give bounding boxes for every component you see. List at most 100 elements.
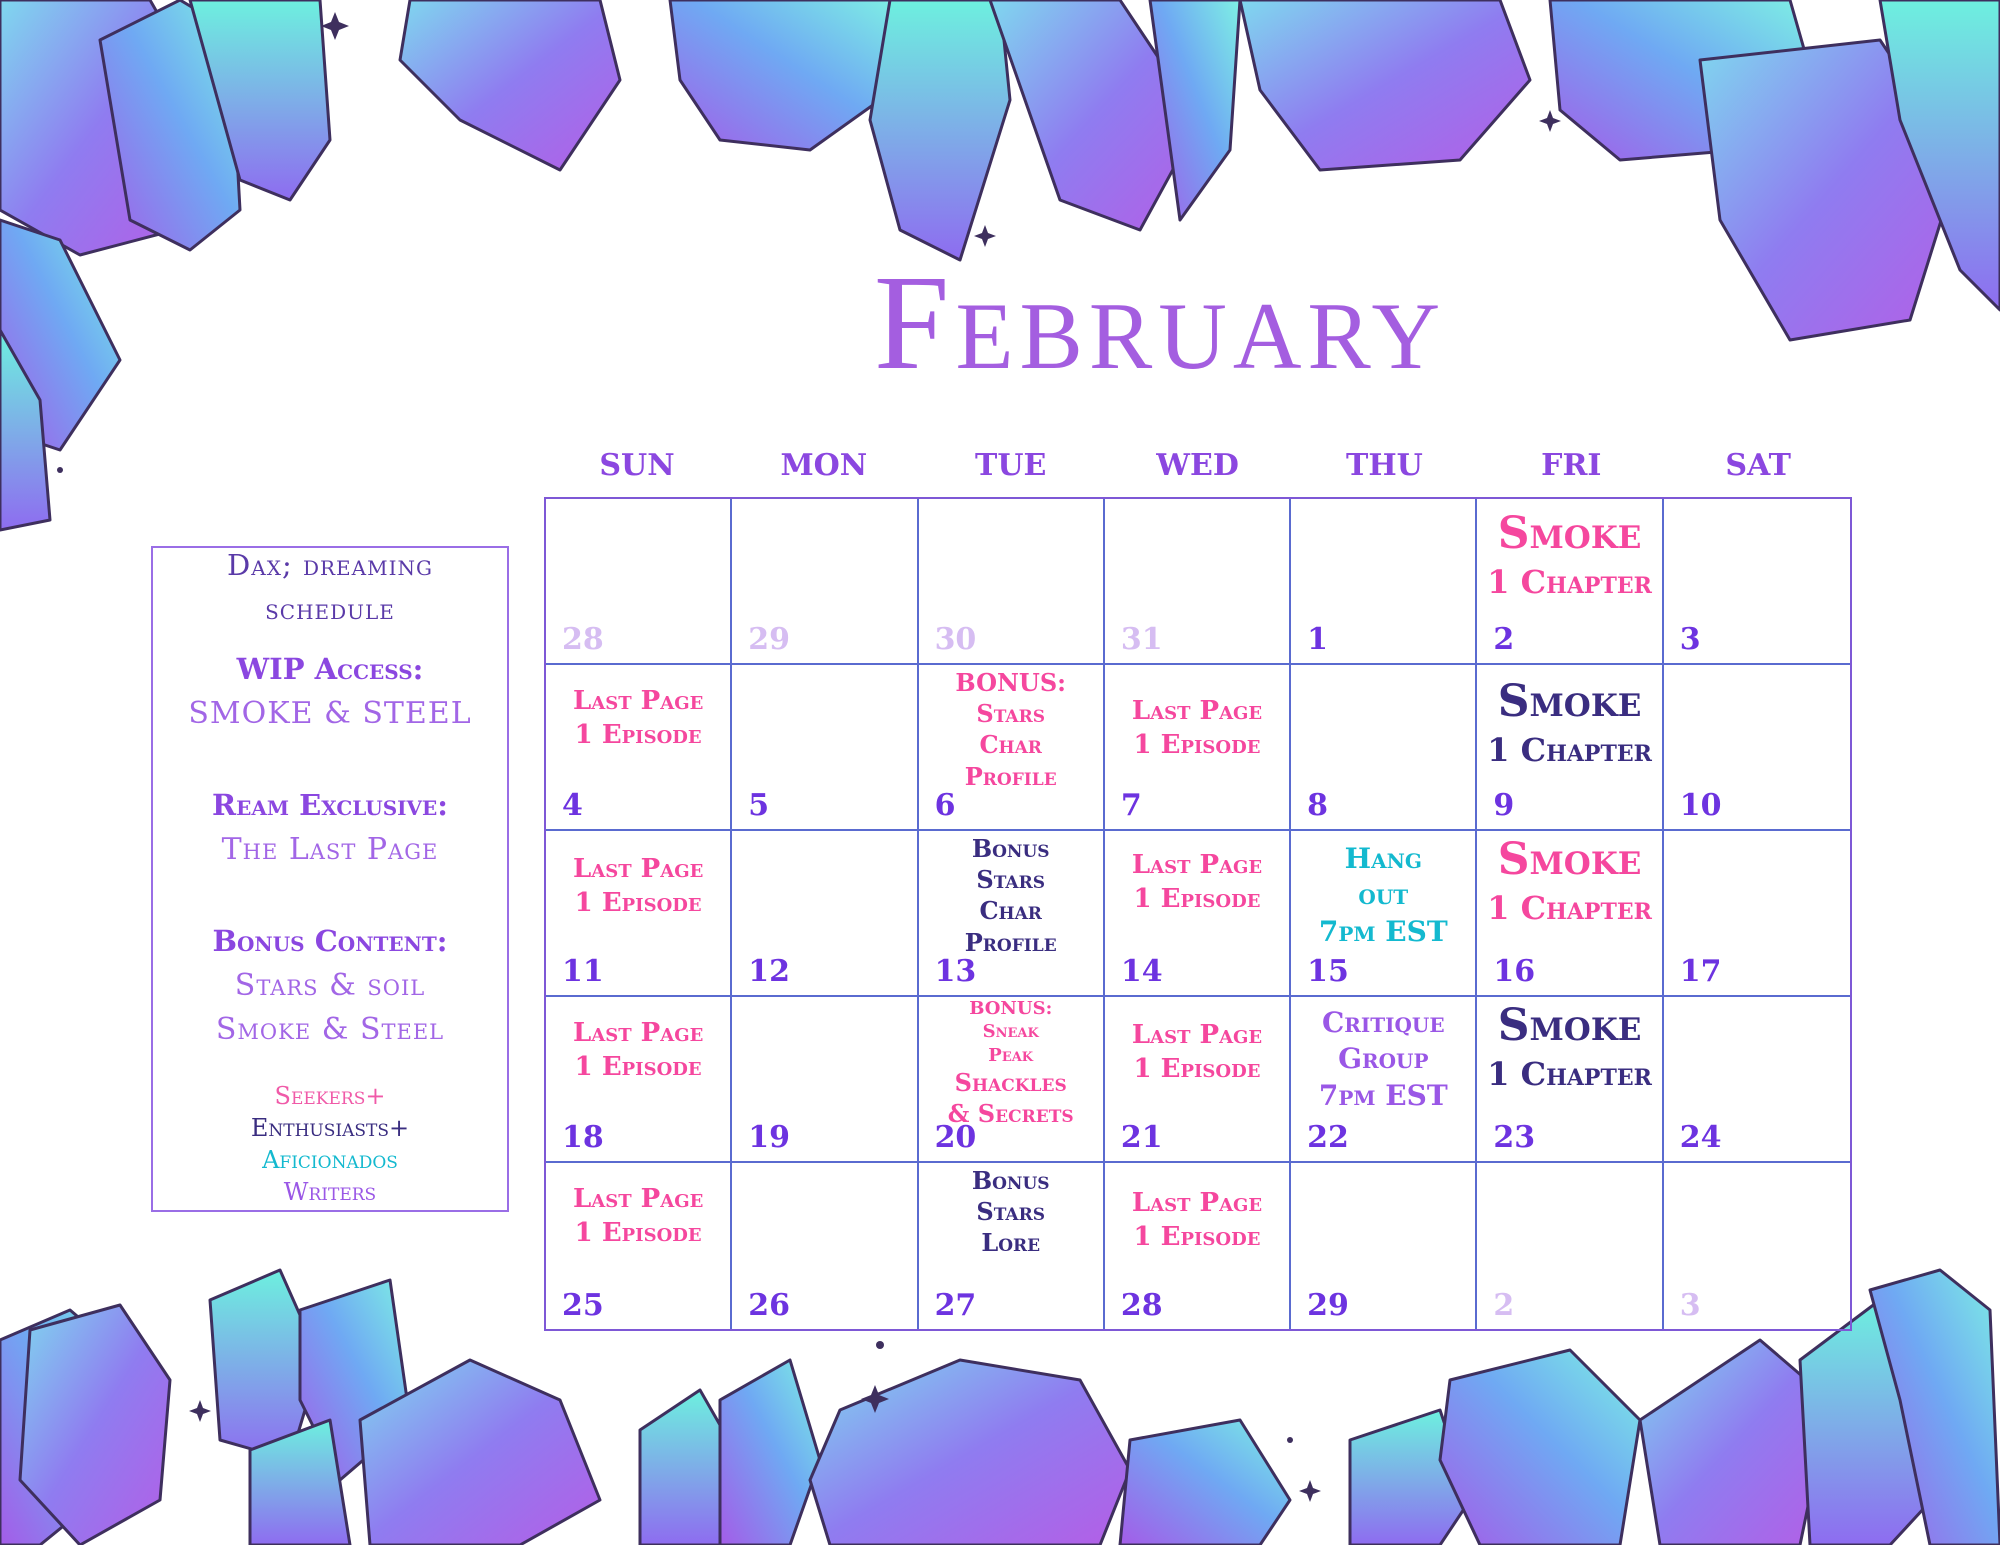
day-number: 12	[748, 954, 791, 989]
event-line: Last Page	[1131, 1188, 1263, 1218]
day-event: Critique Group 7pm EST	[1291, 1005, 1475, 1114]
day-event: BONUS: Stars Char Profile	[919, 667, 1103, 792]
event-line: Smoke	[1497, 676, 1642, 727]
day-number: 11	[562, 954, 604, 989]
day-cell: Bonus Stars Char Profile 13	[918, 831, 1105, 997]
day-event: Last Page 1 Episode	[546, 1183, 730, 1251]
day-cell: Critique Group 7pm EST 22	[1291, 997, 1478, 1163]
event-line: Last Page	[572, 1018, 704, 1048]
day-event: Hang out 7pm EST	[1291, 841, 1475, 950]
legend-title-line1: Dax; dreaming	[227, 548, 433, 582]
day-number: 31	[1120, 622, 1163, 657]
day-event: Last Page 1 Episode	[546, 685, 730, 753]
day-cell: 2	[1477, 1163, 1664, 1329]
day-cell: 29	[1291, 1163, 1478, 1329]
event-line: BONUS:	[969, 998, 1053, 1019]
day-number: 7	[1120, 788, 1142, 823]
day-cell: Last Page 1 Episode 18	[546, 997, 733, 1163]
day-cell: Last Page 1 Episode 14	[1104, 831, 1292, 997]
day-cell: 17	[1663, 831, 1850, 997]
event-line: Smoke	[1497, 508, 1642, 559]
day-cell: 1	[1291, 499, 1478, 665]
day-cell: 28	[546, 499, 733, 665]
day-number: 26	[748, 1288, 791, 1323]
weekday-tue: TUE	[975, 448, 1047, 483]
legend-tier-writers: Writers	[283, 1178, 377, 1206]
day-event: Bonus Stars Char Profile	[919, 833, 1103, 958]
event-line: 7pm EST	[1318, 1078, 1448, 1112]
day-number: 15	[1307, 954, 1349, 989]
event-line: Last Page	[1131, 696, 1263, 726]
event-line: 1 Episode	[1133, 883, 1261, 914]
event-line: Critique	[1321, 1006, 1445, 1039]
event-line: 1 Episode	[1133, 729, 1261, 760]
day-event: Smoke 1 Chapter	[1477, 997, 1661, 1096]
day-event: Smoke 1 Chapter	[1477, 673, 1661, 772]
day-number: 6	[934, 788, 956, 823]
day-cell: BONUS: Sneak Peak Shackles & Secrets 20	[918, 997, 1105, 1163]
day-cell: Last Page 1 Episode 21	[1104, 997, 1292, 1163]
event-line: 1 Episode	[1133, 1221, 1261, 1252]
event-line: 1 Episode	[574, 719, 702, 750]
day-number: 2	[1493, 1288, 1515, 1323]
legend-tier-seekers: Seekers+	[274, 1082, 386, 1110]
day-number: 29	[748, 622, 791, 657]
legend-bonus-value-2: Smoke & Steel	[215, 1012, 445, 1047]
day-cell: Hang out 7pm EST 15	[1291, 831, 1478, 997]
legend-ream-value: The Last Page	[221, 832, 439, 867]
event-line: BONUS:	[955, 668, 1067, 697]
day-number: 27	[934, 1288, 977, 1323]
day-event: Bonus Stars Lore	[919, 1165, 1103, 1259]
weekday-sun: SUN	[599, 448, 675, 483]
day-number: 28	[1120, 1288, 1163, 1323]
schedule-legend: Dax; dreaming schedule WIP Access: SMOKE…	[151, 546, 509, 1212]
weekday-thu: THU	[1346, 448, 1423, 483]
day-number: 2	[1493, 622, 1515, 657]
weekday-wed: WED	[1156, 448, 1239, 483]
event-line: 1 Episode	[1133, 1053, 1261, 1084]
day-number: 8	[1307, 788, 1329, 823]
legend-title-line2: schedule	[265, 592, 395, 626]
legend-wip-heading: WIP Access:	[236, 652, 424, 686]
event-line: Shackles	[954, 1068, 1067, 1098]
event-line: 1 Episode	[574, 1217, 702, 1248]
weekday-sat: SAT	[1725, 448, 1791, 483]
event-line: Last Page	[1131, 1020, 1263, 1050]
event-line: Char	[979, 896, 1042, 926]
event-line: 1 Chapter	[1487, 1055, 1652, 1094]
calendar-grid: 28 29 30 31 1 Smoke 1 Chapter 2 3 Last Page 1 Epis…	[544, 497, 1852, 1331]
day-cell: 31	[1104, 499, 1292, 665]
event-line: Last Page	[572, 686, 704, 716]
event-line: 1 Chapter	[1487, 889, 1652, 928]
day-number: 16	[1493, 954, 1536, 989]
day-cell: Smoke 1 Chapter 23	[1477, 997, 1664, 1163]
legend-wip-value: SMOKE & STEEL	[188, 696, 472, 731]
event-line: Smoke	[1497, 1000, 1642, 1051]
day-number: 14	[1120, 954, 1163, 989]
event-line: Stars	[976, 865, 1046, 895]
event-line: 1 Chapter	[1487, 563, 1652, 602]
event-line: Last Page	[572, 1184, 704, 1214]
legend-bonus-value-1: Stars & soil	[234, 968, 426, 1003]
day-number: 9	[1493, 788, 1515, 823]
day-event: Last Page 1 Episode	[1105, 849, 1289, 917]
day-cell: Last Page 1 Episode 4	[546, 665, 733, 831]
day-cell: 8	[1291, 665, 1478, 831]
event-line: Bonus	[971, 1166, 1050, 1195]
event-line: 1 Chapter	[1487, 731, 1652, 770]
day-event: Smoke 1 Chapter	[1477, 831, 1661, 930]
day-event: Last Page 1 Episode	[546, 853, 730, 921]
day-cell: Last Page 1 Episode 28	[1105, 1163, 1292, 1329]
day-number: 4	[562, 788, 583, 823]
day-cell: 29	[732, 499, 919, 665]
month-title: February	[873, 248, 1447, 398]
event-line: Peak	[988, 1044, 1034, 1066]
day-number: 19	[748, 1120, 791, 1155]
day-cell: Smoke 1 Chapter 16	[1477, 831, 1664, 997]
day-cell: 12	[732, 831, 919, 997]
event-line: Bonus	[971, 834, 1050, 863]
event-line: Sneak	[982, 1021, 1039, 1043]
day-cell: 3	[1663, 499, 1850, 665]
legend-bonus-heading: Bonus Content:	[212, 924, 448, 958]
day-number: 1	[1307, 622, 1329, 657]
